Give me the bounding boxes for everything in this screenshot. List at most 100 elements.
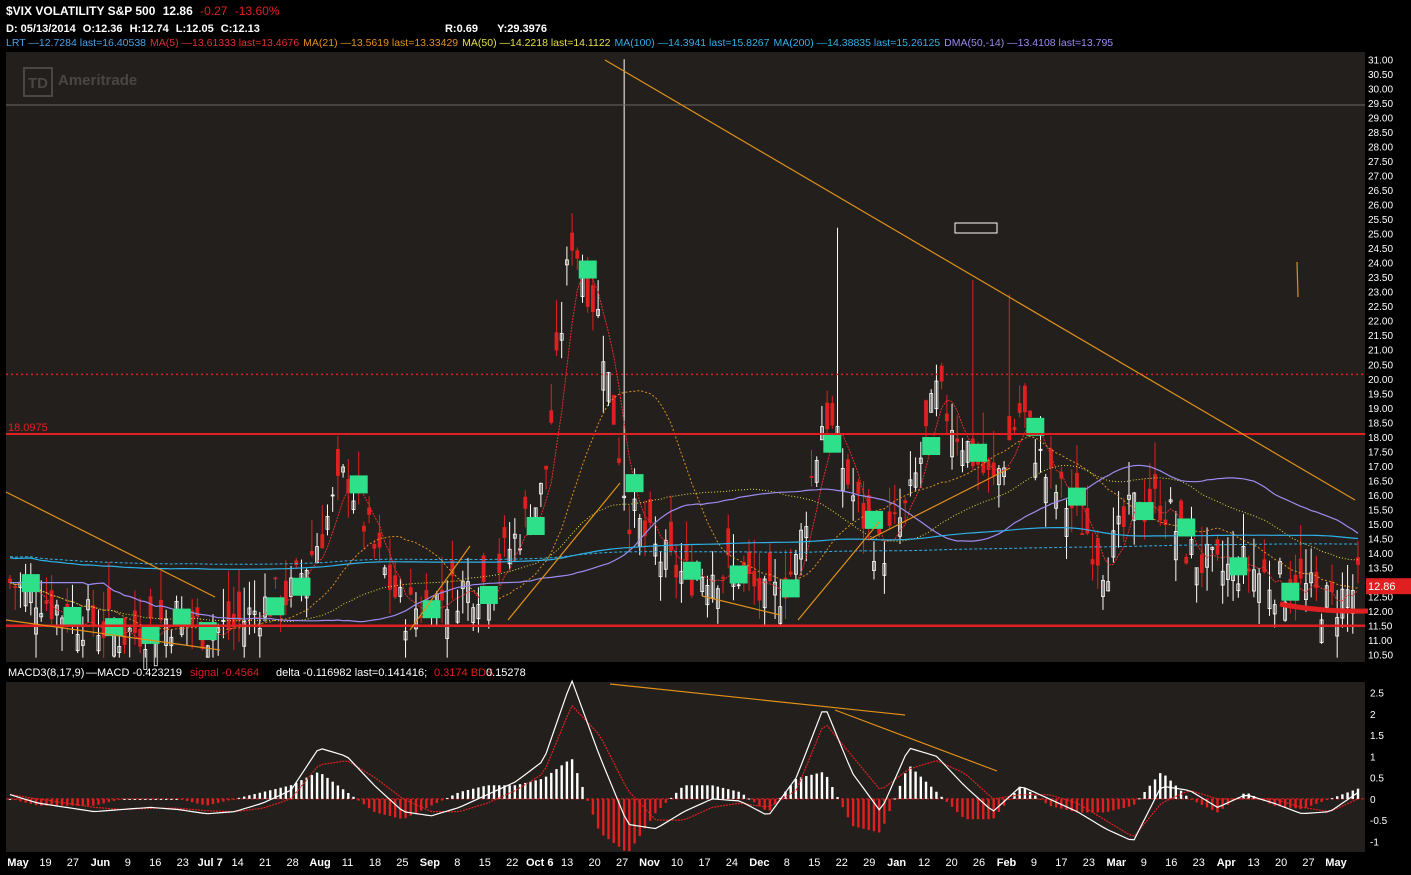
histogram-bar — [279, 787, 282, 799]
x-tick-label: Jun — [91, 857, 111, 869]
histogram-bar — [8, 798, 12, 800]
x-tick-label: 28 — [286, 857, 298, 869]
signal-marker — [63, 606, 82, 625]
histogram-bar — [362, 798, 366, 805]
signal-marker — [349, 475, 368, 494]
histogram-bar — [560, 765, 563, 799]
histogram-bar — [269, 790, 272, 799]
histogram-bar — [383, 798, 386, 815]
x-tick-label: 22 — [506, 857, 518, 869]
candle-body — [497, 553, 502, 573]
signal-marker — [479, 585, 498, 604]
histogram-bar — [877, 798, 881, 833]
histogram-bar — [987, 798, 990, 820]
signal-marker — [781, 579, 800, 598]
histogram-bar — [1195, 798, 1198, 803]
histogram-bar — [477, 787, 480, 799]
signal-marker — [266, 597, 285, 616]
histogram-bar — [1122, 798, 1125, 808]
histogram-bar — [758, 798, 761, 807]
x-tick-label: 21 — [259, 857, 271, 869]
candle-body — [1184, 556, 1189, 564]
histogram-bar — [440, 798, 444, 801]
histogram-bar — [1221, 798, 1224, 809]
histogram-bar — [570, 759, 574, 799]
candle-body — [1314, 571, 1319, 589]
histogram-bar — [1112, 798, 1115, 811]
x-tick-label: Feb — [997, 857, 1017, 869]
candle-body — [523, 496, 528, 509]
candle-body — [721, 576, 725, 579]
histogram-bar — [170, 798, 173, 800]
histogram-bar — [1159, 773, 1162, 799]
histogram-bar — [763, 798, 766, 810]
histogram-bar — [123, 798, 126, 800]
histogram-bar — [258, 792, 262, 799]
histogram-bar — [425, 798, 428, 809]
histogram-bar — [331, 781, 334, 799]
histogram-bar — [867, 798, 870, 831]
td-logo-mark-text: TD — [28, 75, 48, 92]
price-tick-label: 14.50 — [1368, 535, 1393, 546]
x-tick-label: 20 — [589, 857, 601, 869]
candle-body — [408, 587, 413, 595]
x-tick-label: 11 — [342, 857, 353, 869]
price-tick-label: 13.50 — [1368, 564, 1393, 575]
histogram-bar — [753, 798, 756, 803]
histogram-bar — [66, 798, 69, 806]
histogram-bar — [820, 772, 824, 799]
histogram-bar — [1309, 798, 1313, 806]
histogram-bar — [185, 798, 189, 801]
histogram-bar — [857, 798, 860, 828]
x-tick-label: 23 — [177, 857, 189, 869]
signal-marker — [682, 561, 701, 580]
histogram-bar — [378, 798, 381, 814]
histogram-bar — [940, 796, 943, 799]
histogram-bar — [1034, 795, 1037, 799]
price-tick-label: 25.00 — [1368, 230, 1393, 241]
histogram-bar — [1330, 798, 1334, 800]
candle-body — [1017, 403, 1022, 413]
histogram-bar — [248, 795, 251, 799]
candle-body — [138, 628, 143, 647]
macd-tick-label: 2 — [1370, 710, 1376, 721]
histogram-bar — [1190, 798, 1193, 800]
x-tick-label: 13 — [561, 857, 573, 869]
candle-body — [367, 507, 372, 515]
histogram-bar — [1179, 790, 1183, 799]
candle-body — [106, 587, 111, 610]
x-tick-label: Dec — [749, 857, 769, 869]
price-tick-label: 16.00 — [1368, 491, 1393, 502]
histogram-bar — [602, 798, 605, 836]
histogram-bar — [836, 797, 839, 799]
histogram-bar — [1106, 798, 1110, 812]
histogram-bar — [1289, 798, 1292, 808]
price-tick-label: 28.00 — [1368, 142, 1393, 153]
candle-body — [1158, 505, 1163, 521]
histogram-bar — [253, 794, 256, 799]
histogram-bar — [862, 798, 865, 829]
candle-body — [627, 529, 632, 535]
price-tick-label: 30.00 — [1368, 84, 1393, 95]
signal-marker — [864, 510, 883, 529]
histogram-bar — [102, 798, 105, 804]
histogram-bar — [924, 781, 928, 799]
chart-canvas: TD Ameritrade 31.00 30.50 30.00 29.50 29.00 28.… — [0, 52, 1411, 869]
histogram-bar — [596, 798, 600, 829]
price-tick-label: 18.00 — [1368, 433, 1393, 444]
macd-tick-label: -1 — [1370, 837, 1379, 848]
histogram-bar — [336, 785, 340, 799]
signal-marker — [172, 608, 191, 627]
macd-tick-label: 0.5 — [1370, 774, 1384, 785]
candle-body — [1007, 415, 1012, 441]
histogram-bar — [919, 776, 923, 799]
x-tick-label: 20 — [945, 857, 957, 869]
price-tick-label: 24.00 — [1368, 259, 1393, 270]
histogram-bar — [711, 785, 714, 799]
histogram-bar — [950, 798, 954, 807]
candle-body — [591, 285, 595, 312]
histogram-bar — [576, 773, 579, 799]
x-tick-label: Oct 6 — [526, 857, 554, 869]
candle-body — [856, 481, 861, 494]
histogram-bar — [211, 798, 215, 805]
